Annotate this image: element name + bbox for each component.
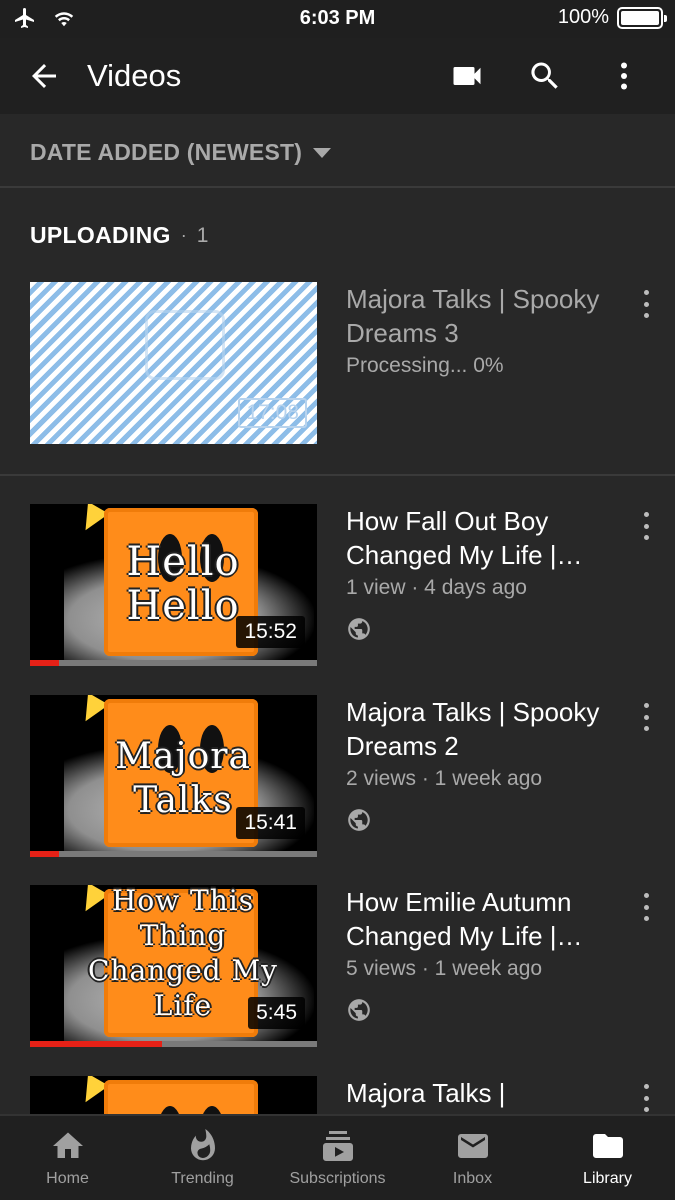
- video-duration: 15:41: [236, 807, 305, 839]
- sort-dropdown[interactable]: DATE ADDED (NEWEST): [0, 114, 675, 188]
- home-icon: [52, 1132, 83, 1158]
- nav-subscriptions[interactable]: Subscriptions: [270, 1116, 405, 1200]
- video-title: Majora Talks | Spooky Dreams 2: [346, 697, 600, 761]
- nav-label: Inbox: [452, 1170, 493, 1187]
- header-separator: ·: [180, 225, 187, 245]
- video-title: Majora Talks |: [346, 1078, 506, 1108]
- inbox-icon: [457, 1134, 488, 1158]
- back-arrow-icon[interactable]: [26, 58, 62, 94]
- nav-label: Home: [46, 1170, 89, 1187]
- item-menu-icon[interactable]: [636, 512, 656, 540]
- item-menu-icon[interactable]: [636, 703, 656, 731]
- caret-down-icon: [313, 148, 331, 158]
- watch-progress-fill: [30, 851, 59, 857]
- nav-label: Trending: [171, 1170, 234, 1187]
- video-meta: How Emilie Autumn Changed My Life | Spoo…: [346, 885, 616, 1028]
- video-row[interactable]: Majora Talks 15:41 Majora Talks | Spooky…: [0, 695, 675, 860]
- video-meta: How Fall Out Boy Changed My Life | Spook…: [346, 504, 616, 647]
- sort-label: DATE ADDED (NEWEST): [30, 139, 303, 165]
- nav-library[interactable]: Library: [540, 1116, 675, 1200]
- watch-progress-fill: [30, 1041, 163, 1047]
- processing-status: Processing... 0%: [346, 354, 504, 377]
- video-thumbnail[interactable]: Hello Hello 15:52: [30, 504, 317, 666]
- video-stats: 2 views · 1 week ago: [346, 767, 543, 790]
- video-duration: 5:45: [248, 997, 305, 1029]
- item-menu-icon[interactable]: [636, 1084, 656, 1112]
- upload-meta: Majora Talks | Spooky Dreams 3 Processin…: [346, 282, 616, 378]
- watch-progress-fill: [30, 660, 59, 666]
- watch-progress-track: [30, 1041, 317, 1047]
- video-title: Majora Talks | Spooky Dreams 3: [346, 284, 600, 348]
- item-menu-icon[interactable]: [636, 290, 656, 318]
- ghost-thumbnail-shape: [145, 310, 225, 380]
- thumbnail-text: Hello Hello: [126, 539, 240, 629]
- section-divider: [0, 474, 675, 476]
- video-camera-icon[interactable]: [448, 58, 486, 94]
- video-title: How Emilie Autumn Changed My Life | Spoo…: [346, 887, 572, 951]
- video-thumbnail[interactable]: How This Thing Changed My Life 5:45: [30, 885, 317, 1047]
- video-title: How Fall Out Boy Changed My Life | Spook…: [346, 506, 557, 570]
- video-thumbnail[interactable]: Majora Talks 15:41: [30, 695, 317, 857]
- nav-home[interactable]: Home: [0, 1116, 135, 1200]
- video-stats: 5 views · 1 week ago: [346, 957, 543, 980]
- nav-inbox[interactable]: Inbox: [405, 1116, 540, 1200]
- nav-label: Library: [583, 1170, 632, 1187]
- app-bar: Videos: [0, 38, 675, 114]
- battery-percent: 100%: [557, 6, 609, 28]
- nav-label: Subscriptions: [289, 1170, 386, 1187]
- status-right: 100%: [557, 6, 667, 29]
- public-globe-icon: [348, 809, 370, 831]
- battery-icon: [617, 6, 667, 29]
- subscriptions-icon: [322, 1131, 353, 1161]
- ghost-duration: 17:08: [238, 398, 307, 428]
- library-folder-icon: [592, 1134, 623, 1158]
- uploading-title: UPLOADING: [30, 222, 171, 248]
- item-menu-icon[interactable]: [636, 893, 656, 921]
- video-duration: 15:52: [236, 616, 305, 648]
- video-meta: Majora Talks |: [346, 1076, 616, 1110]
- videos-screen: 6:03 PM 100% Videos DATE ADDED (NEWEST) …: [0, 0, 675, 1200]
- uploading-count: 1: [196, 223, 209, 247]
- video-row[interactable]: How This Thing Changed My Life 5:45 How …: [0, 885, 675, 1050]
- nav-trending[interactable]: Trending: [135, 1116, 270, 1200]
- watch-progress-track: [30, 851, 317, 857]
- public-globe-icon: [348, 618, 370, 640]
- public-globe-icon: [348, 999, 370, 1021]
- status-bar: 6:03 PM 100%: [0, 0, 675, 38]
- video-meta: Majora Talks | Spooky Dreams 2 2 views ·…: [346, 695, 616, 838]
- search-icon[interactable]: [526, 58, 564, 94]
- flame-icon: [190, 1129, 215, 1161]
- more-options-icon[interactable]: [606, 58, 642, 94]
- video-stats: 1 view · 4 days ago: [346, 576, 527, 599]
- watch-progress-track: [30, 660, 317, 666]
- uploading-video-row[interactable]: 17:08 Majora Talks | Spooky Dreams 3 Pro…: [0, 282, 675, 447]
- upload-thumbnail[interactable]: 17:08: [30, 282, 317, 444]
- uploading-header: UPLOADING · 1: [30, 222, 208, 249]
- bottom-navigation: Home Trending Subscriptions Inbox Librar…: [0, 1114, 675, 1200]
- page-title: Videos: [87, 58, 182, 93]
- video-row[interactable]: Hello Hello 15:52 How Fall Out Boy Chang…: [0, 504, 675, 669]
